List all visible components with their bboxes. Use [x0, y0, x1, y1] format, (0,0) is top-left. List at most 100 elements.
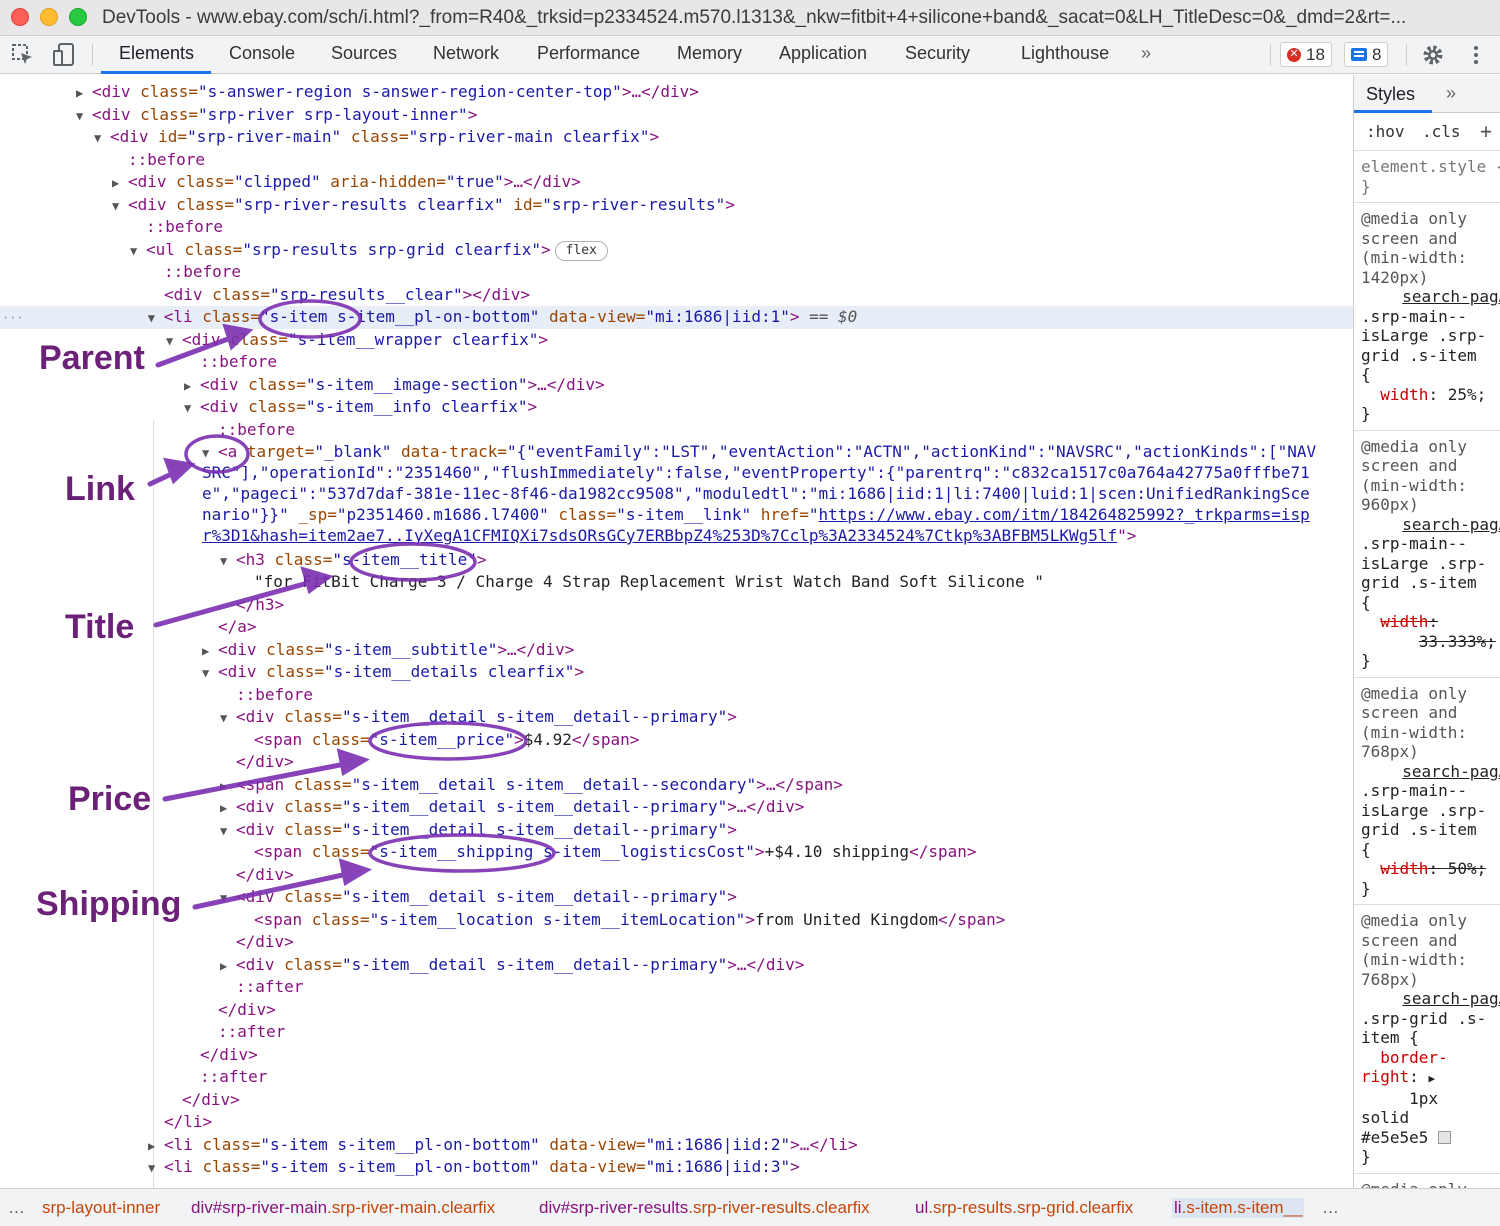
dom-node[interactable]: ▶ <div class="s-answer-region s-answer-re…	[0, 81, 1353, 104]
zoom-window-button[interactable]	[69, 8, 87, 26]
dom-node[interactable]: ▶ <div class="s-item__image-section">…</d…	[0, 374, 1353, 397]
dom-node[interactable]: <span class="s-item__location s-item__it…	[0, 909, 1353, 932]
tab-styles[interactable]: Styles	[1366, 84, 1415, 105]
collapsed-arrow-icon[interactable]: ▶	[220, 775, 236, 798]
dom-node[interactable]: ::before	[0, 351, 1353, 374]
close-window-button[interactable]	[11, 8, 29, 26]
dom-node[interactable]: ▼ <div class="s-item__info clearfix">	[0, 396, 1353, 419]
href-link[interactable]: r%3D1&hash=item2ae7..IyXegA1CFMIQXi7sdsO…	[202, 526, 1117, 545]
tab-memory[interactable]: Memory	[677, 43, 742, 64]
dom-node[interactable]: ::before	[0, 419, 1353, 442]
tab-network[interactable]: Network	[433, 43, 499, 64]
dom-node[interactable]: ▼ <div class="s-item__wrapper clearfix">	[0, 329, 1353, 352]
collapsed-arrow-icon[interactable]: ▶	[148, 1135, 164, 1158]
tab-console[interactable]: Console	[229, 43, 295, 64]
expanded-arrow-icon[interactable]: ▼	[148, 1157, 164, 1180]
breadcrumb-item-selected[interactable]: li.s-item.s-item__	[1172, 1198, 1305, 1218]
dom-node[interactable]: ▼ <ul class="srp-results srp-grid clearfi…	[0, 239, 1353, 262]
expanded-arrow-icon[interactable]: ▼	[112, 195, 128, 218]
breadcrumb-item[interactable]: srp-layout-inner	[42, 1198, 160, 1218]
collapsed-arrow-icon[interactable]: ▶	[202, 640, 218, 663]
dom-node[interactable]: </div>	[0, 1089, 1353, 1112]
dom-node[interactable]: ▼ <a target="_blank" data-track="{"eventF…	[0, 441, 1353, 464]
css-property[interactable]: width	[1380, 385, 1428, 404]
css-value[interactable]: 1px solid #e5e5e5	[1361, 1089, 1438, 1147]
dom-node[interactable]: </div>	[0, 751, 1353, 774]
expand-shorthand-icon[interactable]: ▶	[1428, 1072, 1435, 1085]
dom-node[interactable]: </a>	[0, 616, 1353, 639]
dom-node[interactable]: ▶ <div class="s-item__detail s-item__deta…	[0, 954, 1353, 977]
dom-node[interactable]: ▶ <div class="s-item__detail s-item__deta…	[0, 796, 1353, 819]
flex-badge[interactable]: flex	[554, 240, 608, 261]
expanded-arrow-icon[interactable]: ▼	[130, 240, 146, 263]
more-options-icon[interactable]	[1463, 42, 1489, 68]
color-swatch[interactable]	[1438, 1130, 1452, 1144]
css-value[interactable]: 25%;	[1448, 385, 1487, 404]
expanded-arrow-icon[interactable]: ▼	[184, 397, 200, 420]
dom-node[interactable]: <span class="s-item__shipping s-item__lo…	[0, 841, 1353, 864]
expanded-arrow-icon[interactable]: ▼	[76, 105, 92, 128]
minimize-window-button[interactable]	[40, 8, 58, 26]
dom-node[interactable]: ▶ <div class="clipped" aria-hidden="true"…	[0, 171, 1353, 194]
breadcrumb-ellipsis[interactable]: …	[1322, 1198, 1339, 1218]
dom-node[interactable]: ▶ <li class="s-item s-item__pl-on-bottom"…	[0, 1134, 1353, 1157]
dom-node[interactable]: ▼ <div class="s-item__details clearfix">	[0, 661, 1353, 684]
css-property[interactable]: width	[1380, 612, 1428, 631]
dom-node[interactable]: ▼ <div class="s-item__detail s-item__deta…	[0, 706, 1353, 729]
tab-elements[interactable]: Elements	[119, 43, 194, 64]
dom-node[interactable]: </li>	[0, 1111, 1353, 1134]
expanded-arrow-icon[interactable]: ▼	[148, 307, 164, 330]
expanded-arrow-icon[interactable]: ▼	[202, 662, 218, 685]
css-property[interactable]: width	[1380, 859, 1428, 878]
selected-dom-node[interactable]: ··· ▼ <li class="s-item s-item__pl-on-bott…	[0, 306, 1353, 329]
href-link[interactable]: https://www.ebay.com/itm/184264825992?_t…	[819, 505, 1310, 524]
dom-node[interactable]: ::after	[0, 976, 1353, 999]
dom-node[interactable]: ▼ <div id="srp-river-main" class="srp-riv…	[0, 126, 1353, 149]
dom-text-node[interactable]: "for FitBit Charge 3 / Charge 4 Strap Re…	[0, 571, 1353, 594]
expanded-arrow-icon[interactable]: ▼	[94, 127, 110, 150]
collapsed-arrow-icon[interactable]: ▶	[76, 82, 92, 105]
dom-node[interactable]: </div>	[0, 999, 1353, 1022]
tab-security[interactable]: Security	[905, 43, 970, 64]
breadcrumb-ellipsis[interactable]: …	[8, 1198, 25, 1218]
gear-icon[interactable]	[1420, 42, 1446, 68]
collapsed-arrow-icon[interactable]: ▶	[112, 172, 128, 195]
css-value[interactable]: 50%;	[1448, 859, 1487, 878]
dom-node[interactable]: ▼ <div class="s-item__detail s-item__deta…	[0, 819, 1353, 842]
expanded-arrow-icon[interactable]: ▼	[220, 707, 236, 730]
new-rule-button[interactable]: +	[1480, 119, 1492, 143]
dom-node[interactable]: <div class="srp-results__clear"></div>	[0, 284, 1353, 307]
expanded-arrow-icon[interactable]: ▼	[220, 820, 236, 843]
css-value[interactable]: 33.333%;	[1419, 632, 1496, 651]
stylesheet-link[interactable]: search-pag…	[1380, 989, 1500, 1008]
dom-node[interactable]: ▼ <li class="s-item s-item__pl-on-bottom"…	[0, 1156, 1353, 1179]
collapsed-arrow-icon[interactable]: ▶	[184, 375, 200, 398]
dom-node[interactable]: ::before	[0, 216, 1353, 239]
tab-performance[interactable]: Performance	[537, 43, 640, 64]
class-toggle[interactable]: .cls	[1422, 122, 1461, 141]
expanded-arrow-icon[interactable]: ▼	[166, 330, 182, 353]
dom-node[interactable]: ::after	[0, 1021, 1353, 1044]
tab-application[interactable]: Application	[779, 43, 867, 64]
stylesheet-link[interactable]: search-pag…	[1380, 515, 1500, 534]
breadcrumb-item[interactable]: div#srp-river-results.srp-river-results.…	[539, 1198, 870, 1218]
breadcrumb-item[interactable]: ul.srp-results.srp-grid.clearfix	[915, 1198, 1133, 1218]
dom-node[interactable]: ::before	[0, 149, 1353, 172]
device-toolbar-icon[interactable]	[51, 42, 77, 68]
errors-badge[interactable]: ✕ 18	[1280, 42, 1332, 67]
css-rule[interactable]: @media only screen and (min-width: 960px…	[1354, 431, 1500, 678]
dom-node[interactable]: </div>	[0, 931, 1353, 954]
more-tabs-button[interactable]: »	[1141, 43, 1151, 64]
dom-node[interactable]: </h3>	[0, 594, 1353, 617]
more-panes-button[interactable]: »	[1446, 83, 1456, 104]
tab-sources[interactable]: Sources	[331, 43, 397, 64]
inspect-element-icon[interactable]	[10, 42, 36, 68]
expanded-arrow-icon[interactable]: ▼	[220, 887, 236, 910]
dom-node[interactable]: ▶ <span class="s-item__detail s-item__det…	[0, 774, 1353, 797]
breadcrumb-item[interactable]: div#srp-river-main.srp-river-main.clearf…	[191, 1198, 495, 1218]
dom-node[interactable]: ::before	[0, 261, 1353, 284]
hover-state-toggle[interactable]: :hov	[1366, 122, 1405, 141]
dom-node[interactable]: ▼ <div class="srp-river-results clearfix"…	[0, 194, 1353, 217]
dom-node[interactable]: ▼ <div class="srp-river srp-layout-inner"…	[0, 104, 1353, 127]
dom-node[interactable]: </div>	[0, 864, 1353, 887]
